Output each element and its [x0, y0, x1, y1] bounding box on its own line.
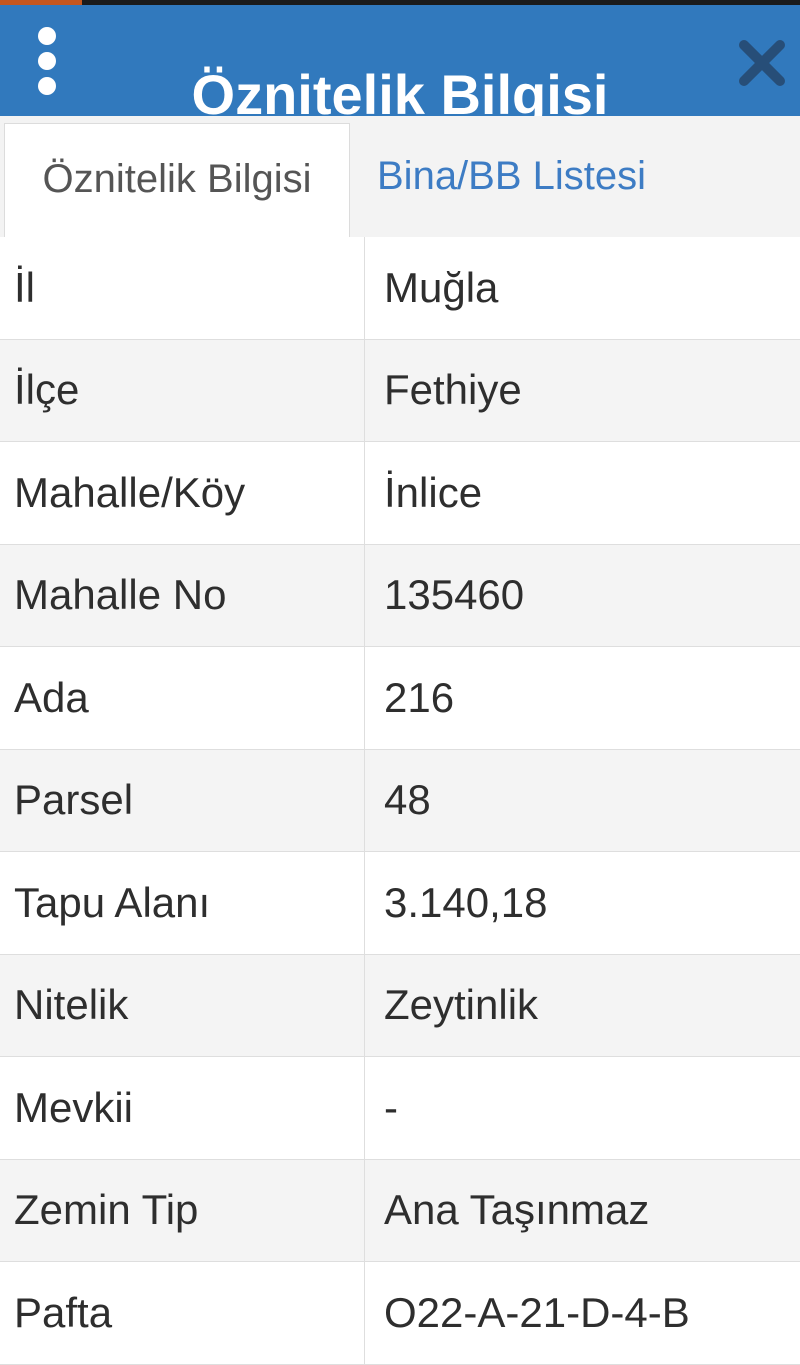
- attribute-value: 48: [384, 776, 431, 824]
- column-divider: [364, 1262, 365, 1364]
- attribute-value: 3.140,18: [384, 878, 548, 926]
- column-divider: [364, 339, 365, 441]
- column-divider: [364, 647, 365, 749]
- column-divider: [364, 749, 365, 851]
- dialog-header: Öznitelik Bilgisi: [0, 5, 800, 116]
- column-divider: [364, 1057, 365, 1159]
- dialog-title: Öznitelik Bilgisi: [191, 63, 609, 117]
- attribute-value: O22-A-21-D-4-B: [384, 1288, 690, 1336]
- attribute-label: Nitelik: [14, 981, 129, 1029]
- table-row: Zemin Tip Ana Taşınmaz: [0, 1159, 800, 1262]
- attribute-label: Pafta: [14, 1288, 113, 1336]
- attribute-table: İl Muğla İlçe Fethiye Mahalle/Köy İnlice…: [0, 237, 800, 1365]
- attribute-value: Ana Taşınmaz: [384, 1186, 650, 1234]
- table-row: İlçe Fethiye: [0, 339, 800, 442]
- close-icon[interactable]: [736, 37, 788, 89]
- attribute-value: Muğla: [384, 263, 499, 311]
- attribute-label: Tapu Alanı: [14, 878, 211, 926]
- table-row: Tapu Alanı 3.140,18: [0, 852, 800, 955]
- column-divider: [364, 1159, 365, 1261]
- tab-bar: Öznitelik Bilgisi Bina/BB Listesi: [0, 116, 800, 238]
- attribute-label: Parsel: [14, 776, 134, 824]
- attribute-value: Fethiye: [384, 366, 522, 414]
- attribute-value: 216: [384, 673, 455, 721]
- attribute-label: Mahalle No: [14, 571, 227, 619]
- table-row: Pafta O22-A-21-D-4-B: [0, 1262, 800, 1365]
- table-row: İl Muğla: [0, 237, 800, 340]
- attribute-label: Mahalle/Köy: [14, 468, 246, 516]
- attribute-label: İlçe: [14, 366, 80, 414]
- column-divider: [364, 852, 365, 954]
- table-row: Ada 216: [0, 647, 800, 750]
- tab-attribute-info[interactable]: Öznitelik Bilgisi: [4, 123, 350, 238]
- attribute-value: 135460: [384, 571, 525, 619]
- table-row: Mevkii -: [0, 1057, 800, 1160]
- table-row: Mahalle No 135460: [0, 544, 800, 647]
- attribute-label: Zemin Tip: [14, 1186, 199, 1234]
- column-divider: [364, 544, 365, 646]
- column-divider: [364, 442, 365, 544]
- attribute-label: İl: [14, 263, 35, 311]
- column-divider: [364, 954, 365, 1056]
- attribute-value: -: [384, 1083, 398, 1131]
- attribute-value: Zeytinlik: [384, 981, 539, 1029]
- table-row: Parsel 48: [0, 749, 800, 852]
- attribute-label: Mevkii: [14, 1083, 134, 1131]
- tab-building-list[interactable]: Bina/BB Listesi: [377, 116, 646, 237]
- attribute-label: Ada: [14, 673, 89, 721]
- column-divider: [364, 237, 365, 339]
- table-row: Nitelik Zeytinlik: [0, 954, 800, 1057]
- attribute-value: İnlice: [384, 468, 483, 516]
- table-row: Mahalle/Köy İnlice: [0, 442, 800, 545]
